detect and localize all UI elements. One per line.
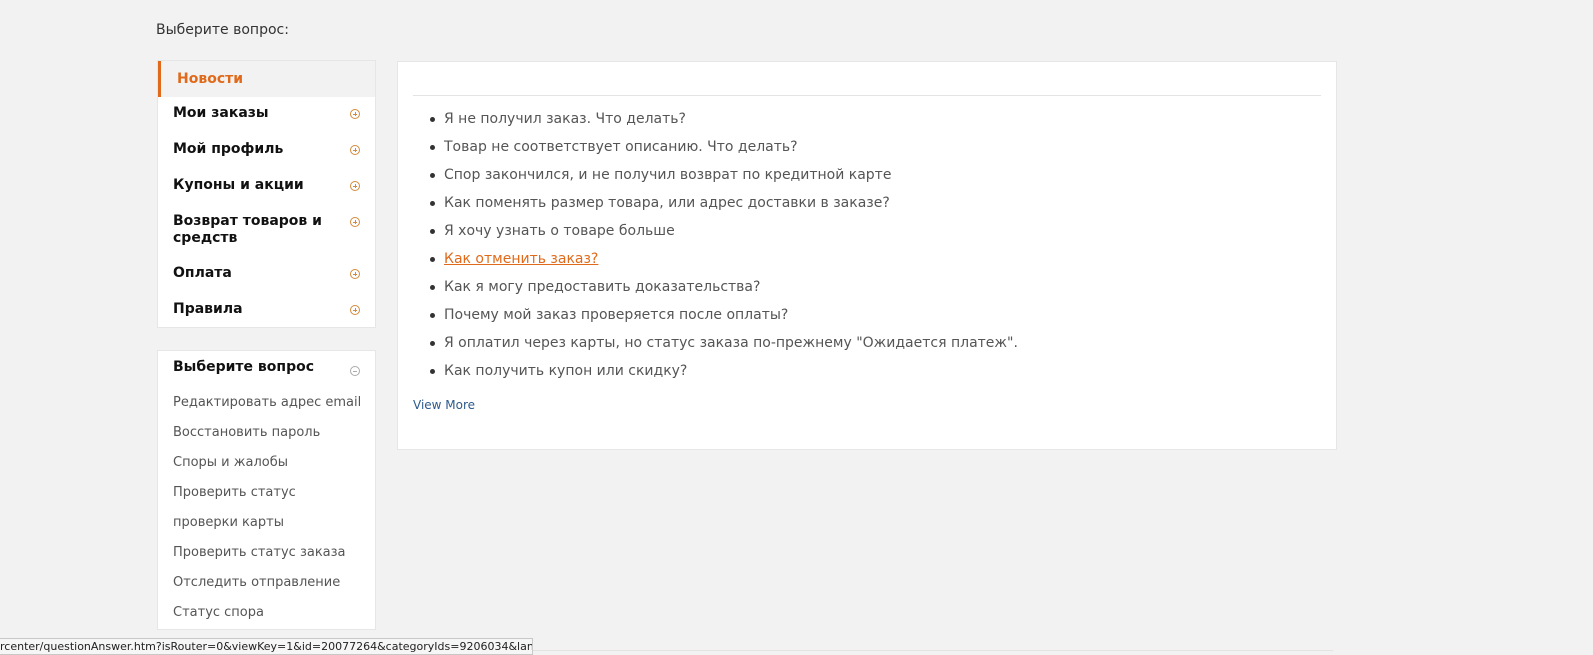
question-link-order-status[interactable]: Проверить статус заказа bbox=[173, 538, 363, 568]
faq-item: Как поменять размер товара, или адрес до… bbox=[413, 189, 1018, 217]
bullet-dot-icon bbox=[430, 369, 435, 374]
category-news[interactable]: Новости bbox=[158, 61, 375, 97]
faq-item: Я оплатил через карты, но статус заказа … bbox=[413, 329, 1018, 357]
plus-circle-icon[interactable] bbox=[350, 217, 360, 227]
plus-circle-icon[interactable] bbox=[350, 305, 360, 315]
faq-item: Как получить купон или скидку? bbox=[413, 357, 1018, 385]
faq-panel: Я не получил заказ. Что делать? Товар не… bbox=[397, 61, 1337, 450]
bullet-dot-icon bbox=[430, 117, 435, 122]
question-link-track-shipment[interactable]: Отследить отправление bbox=[173, 568, 363, 598]
faq-item: Спор закончился, и не получил возврат по… bbox=[413, 161, 1018, 189]
questions-list: Редактировать адрес email Восстановить п… bbox=[173, 388, 363, 628]
category-rules[interactable]: Правила bbox=[158, 301, 375, 318]
bullet-dot-icon bbox=[430, 285, 435, 290]
faq-item: Я хочу узнать о товаре больше bbox=[413, 217, 1018, 245]
bullet-dot-icon bbox=[430, 145, 435, 150]
faq-link[interactable]: Как я могу предоставить доказательства? bbox=[444, 279, 760, 295]
bullet-dot-icon bbox=[430, 257, 435, 262]
faq-link[interactable]: Я хочу узнать о товаре больше bbox=[444, 223, 675, 239]
category-panel: Новости Мои заказы Мой профиль Купоны и … bbox=[157, 60, 376, 328]
faq-item: Я не получил заказ. Что делать? bbox=[413, 105, 1018, 133]
faq-item: Почему мой заказ проверяется после оплат… bbox=[413, 301, 1018, 329]
faq-item: Товар не соответствует описанию. Что дел… bbox=[413, 133, 1018, 161]
question-link-disputes[interactable]: Споры и жалобы bbox=[173, 448, 363, 478]
plus-circle-icon[interactable] bbox=[350, 145, 360, 155]
category-my-profile[interactable]: Мой профиль bbox=[158, 141, 375, 158]
faq-link[interactable]: Я оплатил через карты, но статус заказа … bbox=[444, 335, 1018, 351]
faq-item: Как я могу предоставить доказательства? bbox=[413, 273, 1018, 301]
minus-circle-icon[interactable] bbox=[350, 366, 360, 376]
category-label: Купоны и акции bbox=[173, 177, 304, 193]
faq-link[interactable]: Спор закончился, и не получил возврат по… bbox=[444, 167, 891, 183]
faq-link[interactable]: Как поменять размер товара, или адрес до… bbox=[444, 195, 890, 211]
plus-circle-icon[interactable] bbox=[350, 269, 360, 279]
faq-link[interactable]: Я не получил заказ. Что делать? bbox=[444, 111, 686, 127]
category-coupons[interactable]: Купоны и акции bbox=[158, 177, 375, 194]
faq-link[interactable]: Почему мой заказ проверяется после оплат… bbox=[444, 307, 788, 323]
question-link-dispute-status[interactable]: Статус спора bbox=[173, 598, 363, 628]
category-label: Новости bbox=[177, 71, 244, 87]
questions-panel-title: Выберите вопрос bbox=[173, 359, 315, 375]
view-more-link[interactable]: View More bbox=[413, 398, 475, 412]
faq-link[interactable]: Товар не соответствует описанию. Что дел… bbox=[444, 139, 798, 155]
bullet-dot-icon bbox=[430, 341, 435, 346]
bullet-dot-icon bbox=[430, 173, 435, 178]
browser-status-bar: rcenter/questionAnswer.htm?isRouter=0&vi… bbox=[0, 638, 533, 655]
plus-circle-icon[interactable] bbox=[350, 109, 360, 119]
category-label: Мои заказы bbox=[173, 105, 269, 121]
question-link-restore-password[interactable]: Восстановить пароль bbox=[173, 418, 363, 448]
bullet-dot-icon bbox=[430, 313, 435, 318]
faq-link-hovered[interactable]: Как отменить заказ? bbox=[444, 251, 598, 267]
question-link-card-check-status[interactable]: Проверить статус проверки карты bbox=[173, 478, 363, 538]
category-payment[interactable]: Оплата bbox=[158, 265, 375, 282]
category-label: Возврат товаров и средств bbox=[173, 213, 322, 246]
category-my-orders[interactable]: Мои заказы bbox=[158, 105, 375, 122]
questions-panel: Выберите вопрос Редактировать адрес emai… bbox=[157, 350, 376, 630]
faq-link[interactable]: Как получить купон или скидку? bbox=[444, 363, 687, 379]
faq-item: Как отменить заказ? bbox=[413, 245, 1018, 273]
footer-divider bbox=[533, 650, 1333, 651]
plus-circle-icon[interactable] bbox=[350, 181, 360, 191]
question-link-edit-email[interactable]: Редактировать адрес email bbox=[173, 388, 363, 418]
bullet-dot-icon bbox=[430, 201, 435, 206]
bullet-dot-icon bbox=[430, 229, 435, 234]
faq-list: Я не получил заказ. Что делать? Товар не… bbox=[413, 105, 1018, 385]
divider bbox=[413, 95, 1321, 96]
category-label: Оплата bbox=[173, 265, 232, 281]
category-returns[interactable]: Возврат товаров и средств bbox=[158, 213, 375, 247]
page-heading: Выберите вопрос: bbox=[156, 22, 289, 38]
category-label: Правила bbox=[173, 301, 243, 317]
category-label: Мой профиль bbox=[173, 141, 284, 157]
